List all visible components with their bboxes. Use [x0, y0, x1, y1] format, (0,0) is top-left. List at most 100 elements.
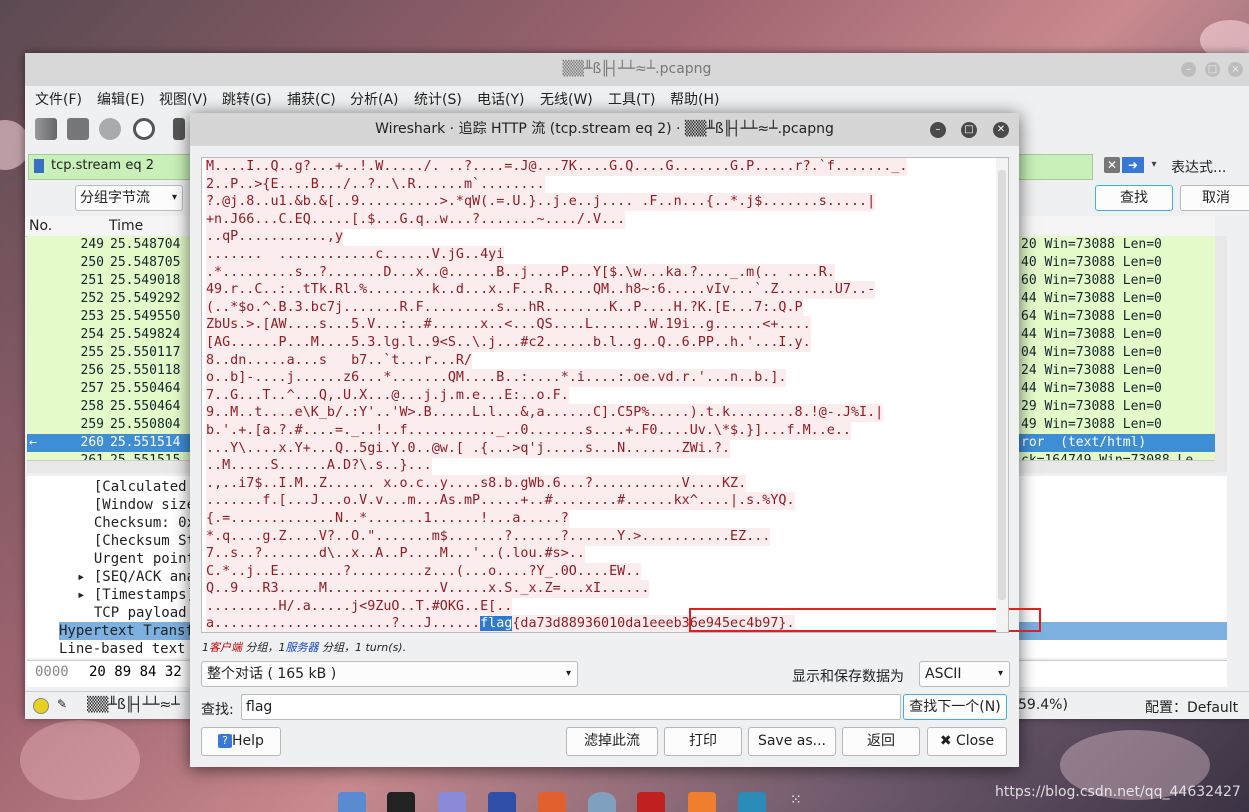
stream-line: b.'.+.[a.?.#....=._..!..f..........._..0…	[206, 422, 851, 440]
summary-text: 分组，	[242, 641, 279, 654]
restart-capture-icon[interactable]	[99, 118, 121, 140]
expert-info-icon[interactable]	[33, 698, 49, 714]
server-label: 服务器	[285, 641, 319, 654]
folder-icon[interactable]	[338, 792, 366, 812]
menu-analyze[interactable]: 分析(A)	[350, 89, 399, 109]
close-button-label: Close	[956, 733, 995, 749]
help-button[interactable]: ? Help	[201, 727, 281, 756]
stop-capture-icon[interactable]	[67, 118, 89, 140]
packet-time: 25.549550	[110, 309, 181, 324]
chevron-down-icon: ▾	[171, 192, 177, 203]
open-file-icon[interactable]	[173, 118, 185, 140]
packet-info: ror (text/html)	[1021, 435, 1147, 450]
chevron-down-icon[interactable]: ▾	[1147, 157, 1161, 173]
stream-line: .,..i7$..I.M..Z...... x.o.c..y....s8.b.g…	[206, 474, 747, 493]
wireshark-dock-icon[interactable]	[738, 792, 766, 812]
chevron-down-icon: ▾	[565, 668, 571, 679]
stream-line: 7..G...T..^...Q,.U.X...@...j.j.m.e...E:.…	[206, 386, 569, 405]
packet-time: 25.551515	[110, 452, 180, 460]
firefox-icon[interactable]	[688, 792, 716, 812]
packet-time: 25.548704	[110, 237, 181, 252]
expression-button[interactable]: 表达式...	[1171, 157, 1226, 177]
scrollbar-thumb[interactable]	[998, 170, 1006, 600]
display-filter-input[interactable]: tcp.stream eq 2	[51, 158, 154, 173]
conversation-select[interactable]: 整个对话 ( 165 kB ) ▾	[201, 661, 578, 687]
packet-number: 261	[52, 452, 104, 460]
shark-fin-start-icon[interactable]	[35, 118, 57, 140]
apply-filter-icon[interactable]: ➜	[1122, 157, 1144, 173]
save-as-button[interactable]: Save as...	[748, 727, 836, 756]
stream-line: 49.r..C..:..tTk.Rl.%........k..d...x..F.…	[206, 281, 876, 300]
menu-help[interactable]: 帮助(H)	[670, 89, 719, 109]
close-button[interactable]: ✖ Close	[927, 727, 1007, 756]
print-button[interactable]: 打印	[664, 727, 742, 756]
stream-line: ..qP...........,y	[206, 228, 344, 247]
stream-line: .........H/.a.....j<9ZuO..T.#OKG..E[..	[206, 598, 513, 616]
close-icon[interactable]: ✕	[993, 122, 1009, 138]
packet-info: 20 Win=73088 Len=0	[1021, 237, 1162, 252]
minimize-icon[interactable]: –	[1181, 62, 1196, 77]
close-icon[interactable]: ×	[1228, 62, 1243, 77]
menu-edit[interactable]: 编辑(E)	[97, 89, 145, 109]
clear-filter-icon[interactable]: ✕	[1104, 157, 1120, 173]
stream-line: M....I..Q..g?...+..!.W...../. ..?....=.J…	[206, 158, 908, 176]
find-mode-value: 分组字节流	[80, 190, 150, 206]
terminal-icon[interactable]	[387, 792, 415, 812]
edit-comment-icon[interactable]: ✎	[57, 697, 67, 711]
find-input[interactable]: flag	[241, 694, 901, 720]
packet-time: 25.549018	[110, 273, 181, 288]
stream-line: C.*..j..E........?.........z...(...o....…	[206, 562, 642, 581]
metasploit-icon[interactable]	[488, 792, 516, 812]
stream-line: ..M.....S......A.D?\.s..}...	[206, 457, 432, 476]
status-profile[interactable]: 配置：Default	[1145, 697, 1238, 717]
summary-text: 分组，	[318, 641, 355, 654]
bookmark-icon[interactable]	[34, 159, 44, 173]
packet-time: 25.549292	[110, 291, 181, 306]
show-as-label: 显示和保存数据为	[792, 669, 904, 685]
cancel-button[interactable]: 取消	[1180, 185, 1249, 211]
stream-content[interactable]: a......................?...J......flag{d…	[201, 157, 998, 633]
menu-tools[interactable]: 工具(T)	[608, 89, 655, 109]
menu-file[interactable]: 文件(F)	[35, 89, 82, 109]
burp-icon[interactable]	[538, 792, 566, 812]
back-button[interactable]: 返回	[842, 727, 920, 756]
packet-list-scrollbar[interactable]	[1215, 236, 1227, 472]
eye-icon[interactable]	[588, 792, 616, 812]
packet-number: 260	[80, 435, 104, 450]
menu-wireless[interactable]: 无线(W)	[540, 89, 593, 109]
packet-info: 04 Win=73088 Len=0	[1021, 345, 1162, 360]
stream-scrollbar[interactable]	[996, 157, 1009, 633]
column-no[interactable]: No.	[29, 218, 52, 234]
close-icon: ✖	[939, 733, 952, 749]
find-button[interactable]: 查找	[1095, 185, 1173, 211]
acrobat-icon[interactable]	[637, 792, 665, 812]
menu-capture[interactable]: 捕获(C)	[287, 89, 336, 109]
stream-line: {.=.............N..*.......1......!...a.…	[206, 510, 569, 528]
chevron-down-icon: ▾	[997, 668, 1003, 679]
packet-info: 44 Win=73088 Len=0	[1021, 327, 1162, 342]
find-mode-select[interactable]: 分组字节流 ▾	[75, 185, 183, 211]
minimize-icon[interactable]: –	[930, 122, 946, 138]
menu-view[interactable]: 视图(V)	[159, 89, 208, 109]
stream-line: 8..dn.....a...s b7..`t...r...R/	[206, 351, 473, 370]
packet-info: 64 Win=73088 Len=0	[1021, 309, 1162, 324]
packet-number: 255	[80, 345, 104, 360]
packet-info: 40 Win=73088 Len=0	[1021, 255, 1162, 270]
gear-icon[interactable]	[133, 118, 155, 140]
packet-number: 257	[80, 381, 104, 396]
filter-out-button[interactable]: 滤掉此流	[566, 727, 658, 756]
column-time[interactable]: Time	[109, 218, 143, 234]
show-as-select[interactable]: ASCII ▾	[919, 661, 1010, 687]
menu-telephony[interactable]: 电话(Y)	[477, 89, 524, 109]
client-packet-count: 1	[202, 641, 209, 654]
maximize-icon[interactable]: □	[1205, 62, 1220, 77]
menu-go[interactable]: 跳转(G)	[222, 89, 272, 109]
conversation-select-value: 整个对话 ( 165 kB )	[207, 666, 337, 682]
menu-statistics[interactable]: 统计(S)	[414, 89, 462, 109]
wallpaper-blossom	[20, 720, 140, 800]
find-next-button[interactable]: 查找下一个(N)	[903, 694, 1007, 720]
apps-grid-icon[interactable]: ⁙	[790, 792, 818, 812]
stream-line: 7..s..?.......d\..x..A..P....M...'..(.lo…	[206, 545, 585, 564]
maximize-icon[interactable]: □	[961, 122, 977, 138]
notes-icon[interactable]	[438, 792, 466, 812]
